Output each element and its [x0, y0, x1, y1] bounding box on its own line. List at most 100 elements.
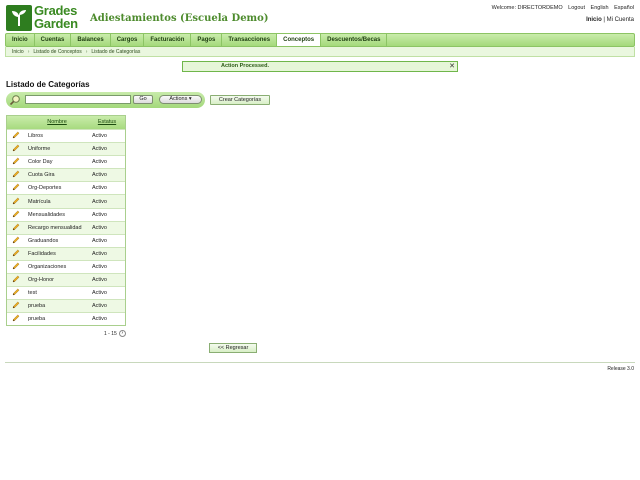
next-page-icon[interactable]: ›	[118, 330, 126, 337]
breadcrumb-inicio[interactable]: Inicio	[12, 49, 24, 55]
breadcrumb-current: Listado de Categorías	[91, 48, 141, 55]
category-status: Activo	[92, 237, 107, 244]
table-header: Nombre Estatus	[7, 116, 125, 129]
category-status: Activo	[92, 172, 107, 179]
main-nav: Inicio Cuentas Balances Cargos Facturaci…	[5, 33, 635, 47]
table-row: Organizaciones Activo	[7, 259, 125, 273]
category-name: Color Day	[28, 159, 53, 166]
tab-cargos[interactable]: Cargos	[111, 34, 145, 46]
table-row: Graduandos Activo	[7, 233, 125, 247]
edit-pencil-icon[interactable]	[7, 249, 25, 259]
pager: 1 - 15 ›	[104, 330, 126, 337]
category-name: Mensualidades	[28, 211, 65, 218]
table-body: Libros Activo Uniforme Activo Color Day Activ…	[7, 129, 125, 325]
tab-balances[interactable]: Balances	[71, 34, 111, 46]
category-status: Activo	[92, 263, 107, 270]
header: Grades Garden Adiestamientos (Escuela De…	[0, 0, 640, 34]
table-row: Color Day Activo	[7, 155, 125, 168]
table-row: Recargo mensualidad Activo	[7, 220, 125, 234]
category-name: Graduandos	[28, 237, 59, 244]
link-divider: |	[603, 17, 605, 23]
header-estatus[interactable]: Estatus	[89, 116, 125, 129]
regresar-button[interactable]: << Regresar	[209, 343, 257, 353]
status-message: Action Processed. ✕	[182, 61, 458, 72]
edit-pencil-icon[interactable]	[7, 157, 25, 167]
page-title: Listado de Categorías	[6, 80, 90, 89]
espanol-link[interactable]: Español	[614, 5, 634, 11]
search-input[interactable]	[25, 95, 131, 104]
category-status: Activo	[92, 133, 107, 140]
logo-line2: Garden	[34, 16, 78, 31]
categories-table: Nombre Estatus Libros Activo Uniforme Activ…	[6, 115, 126, 327]
crear-categorias-button[interactable]: Crear Categorías	[210, 95, 270, 105]
actions-label: Actions	[169, 96, 188, 102]
edit-pencil-icon[interactable]	[7, 275, 25, 285]
tab-descuentos-becas[interactable]: Descuentos/Becas	[321, 34, 388, 46]
edit-pencil-icon[interactable]	[7, 183, 25, 193]
inicio-link[interactable]: Inicio	[586, 17, 602, 23]
table-row: Libros Activo	[7, 129, 125, 142]
breadcrumb: Inicio › Listado de Conceptos › Listado …	[5, 47, 635, 57]
table-row: Uniforme Activo	[7, 142, 125, 156]
user-links: Welcome: DIRECTORDEMO Logout English Esp…	[488, 5, 634, 11]
edit-pencil-icon[interactable]	[7, 197, 25, 207]
mi-cuenta-link[interactable]: Mi Cuenta	[607, 17, 634, 23]
search-toolbar: Go Actions ▾	[6, 92, 205, 108]
table-row: Org-Honor Activo	[7, 273, 125, 287]
edit-pencil-icon[interactable]	[7, 236, 25, 246]
table-row: prueba Activo	[7, 312, 125, 325]
category-status: Activo	[92, 303, 107, 310]
breadcrumb-listado-conceptos[interactable]: Listado de Conceptos	[33, 49, 81, 55]
edit-pencil-icon[interactable]	[7, 131, 25, 141]
grades-garden-logo[interactable]: Grades Garden	[6, 4, 84, 31]
edit-pencil-icon[interactable]	[7, 314, 25, 324]
edit-pencil-icon[interactable]	[7, 288, 25, 298]
category-name: Matrícula	[28, 198, 51, 205]
tab-transacciones[interactable]: Transacciones	[222, 34, 278, 46]
table-row: Facilidades Activo	[7, 246, 125, 260]
tab-inicio[interactable]: Inicio	[6, 34, 35, 46]
breadcrumb-separator-icon: ›	[27, 48, 30, 55]
english-link[interactable]: English	[591, 5, 609, 11]
category-name: Facilidades	[28, 250, 56, 257]
tab-conceptos[interactable]: Conceptos	[277, 34, 322, 46]
chevron-down-icon: ▾	[188, 96, 192, 102]
go-button[interactable]: Go	[133, 95, 153, 104]
edit-pencil-icon[interactable]	[7, 210, 25, 220]
category-status: Activo	[92, 290, 107, 297]
close-icon[interactable]: ✕	[449, 62, 455, 71]
footer-divider	[5, 362, 635, 363]
school-title: Adiestamientos (Escuela Demo)	[90, 13, 269, 24]
category-name: Cuota Gira	[28, 172, 55, 179]
status-message-text: Action Processed.	[221, 63, 269, 69]
logout-link[interactable]: Logout	[568, 5, 585, 11]
category-status: Activo	[92, 185, 107, 192]
edit-pencil-icon[interactable]	[7, 170, 25, 180]
header-icon-column	[7, 116, 25, 129]
leaf-icon	[6, 5, 32, 31]
category-name: Recargo mensualidad	[28, 224, 82, 231]
tab-cuentas[interactable]: Cuentas	[35, 34, 72, 46]
edit-pencil-icon[interactable]	[7, 223, 25, 233]
table-row: Matrícula Activo	[7, 194, 125, 208]
category-name: test	[28, 290, 37, 297]
tab-pagos[interactable]: Pagos	[191, 34, 223, 46]
category-name: Org-Deportes	[28, 185, 62, 192]
category-name: prueba	[28, 303, 46, 310]
category-status: Activo	[92, 250, 107, 257]
edit-pencil-icon[interactable]	[7, 144, 25, 154]
edit-pencil-icon[interactable]	[7, 301, 25, 311]
edit-pencil-icon[interactable]	[7, 262, 25, 272]
welcome-text: Welcome: DIRECTORDEMO	[491, 5, 563, 11]
category-status: Activo	[92, 277, 107, 284]
header-nombre[interactable]: Nombre	[25, 116, 89, 129]
tab-facturacion[interactable]: Facturación	[144, 34, 192, 46]
breadcrumb-separator-icon: ›	[85, 48, 88, 55]
table-row: Org-Deportes Activo	[7, 181, 125, 194]
category-status: Activo	[92, 146, 107, 153]
table-row: prueba Activo	[7, 299, 125, 313]
pager-range: 1 - 15	[104, 330, 117, 337]
actions-dropdown[interactable]: Actions ▾	[159, 95, 202, 104]
account-links: Inicio | Mi Cuenta	[586, 17, 634, 23]
category-name: Org-Honor	[28, 277, 54, 284]
